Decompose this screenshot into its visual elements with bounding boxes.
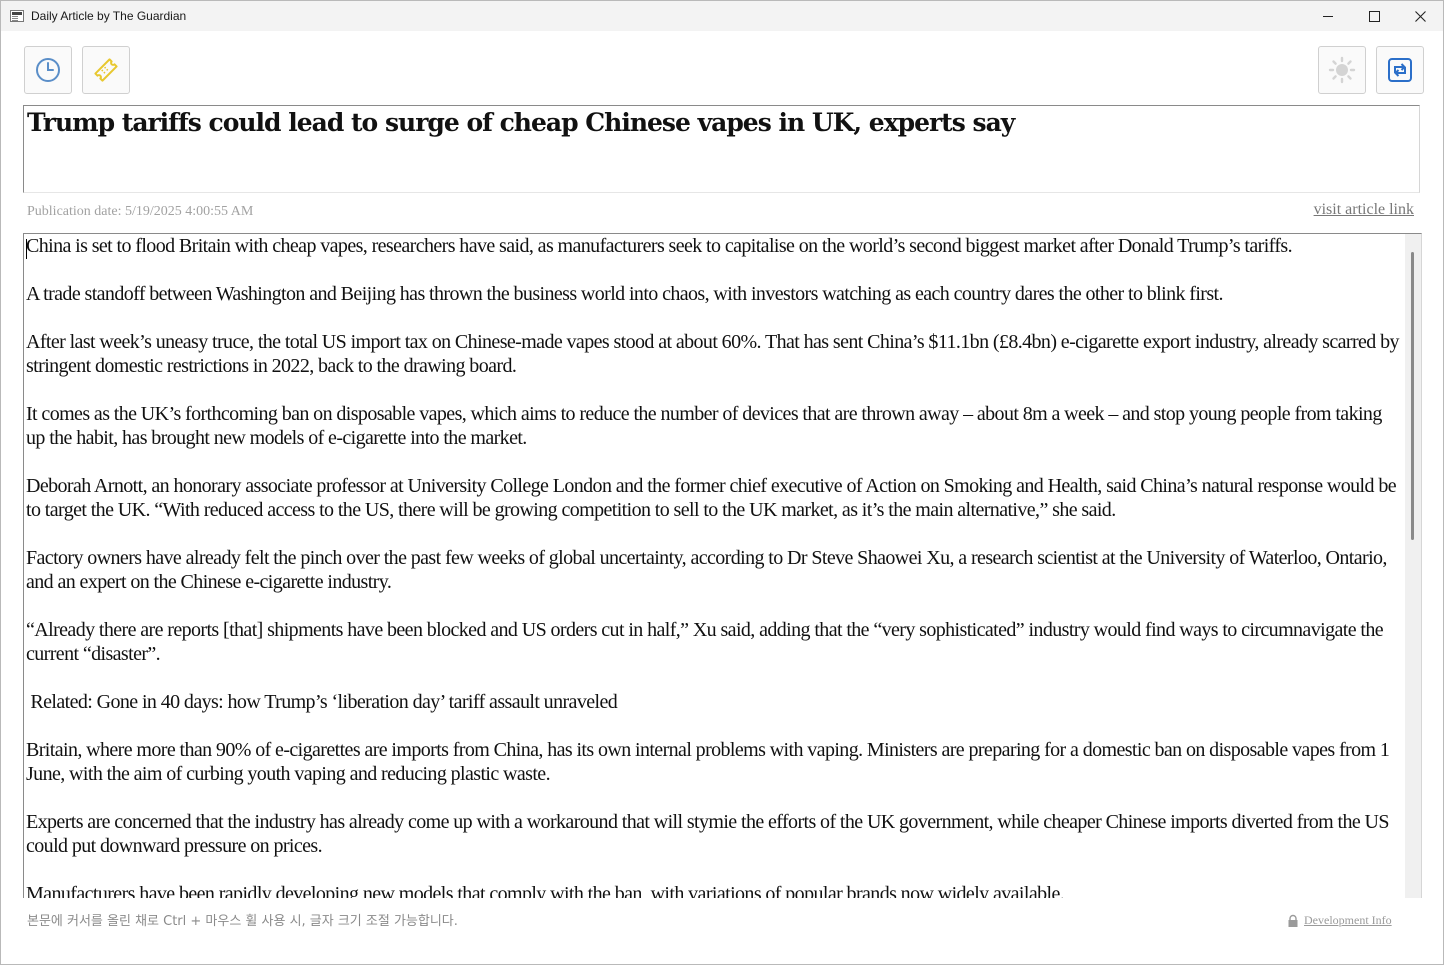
title-bar[interactable]: Daily Article by The Guardian [1, 1, 1443, 31]
visit-article-link[interactable]: visit article link [1314, 201, 1414, 219]
sun-icon [1328, 56, 1356, 84]
theme-toggle-button[interactable] [1318, 46, 1366, 94]
article-headline: Trump tariffs could lead to surge of che… [27, 108, 1015, 137]
refresh-button[interactable] [1376, 46, 1424, 94]
maximize-button[interactable] [1351, 1, 1397, 31]
close-icon [1414, 10, 1426, 22]
development-info-link[interactable]: Development Info [1286, 913, 1392, 928]
paragraph: Manufacturers have been rapidly developi… [26, 883, 1065, 898]
text-cursor [26, 239, 27, 259]
development-info-label[interactable]: Development Info [1304, 913, 1392, 928]
article-body[interactable]: China is set to flood Britain with cheap… [26, 234, 1404, 898]
refresh-icon [1388, 58, 1412, 82]
paragraph: After last week’s uneasy truce, the tota… [26, 331, 1400, 377]
close-button[interactable] [1397, 1, 1443, 31]
headline-panel: Trump tariffs could lead to surge of che… [23, 105, 1420, 193]
font-size-hint: 본문에 커서를 올린 채로 Ctrl + 마우스 휠 사용 시, 글자 크기 조… [27, 914, 458, 929]
random-article-button[interactable] [82, 46, 130, 94]
publication-date: Publication date: 5/19/2025 4:00:55 AM [27, 204, 254, 219]
article-body-panel[interactable]: China is set to flood Britain with cheap… [23, 233, 1422, 898]
app-window: Daily Article by The Guardian Trump tari… [0, 0, 1444, 965]
minimize-button[interactable] [1305, 1, 1351, 31]
history-button[interactable] [24, 46, 72, 94]
ticket-icon [94, 58, 118, 82]
app-icon [10, 10, 24, 22]
paragraph: A trade standoff between Washington and … [26, 283, 1224, 305]
window-title: Daily Article by The Guardian [31, 9, 187, 23]
related-link: Related: Gone in 40 days: how Trump’s ‘l… [26, 691, 618, 713]
paragraph: It comes as the UK’s forthcoming ban on … [26, 403, 1382, 449]
paragraph: Factory owners have already felt the pin… [26, 547, 1387, 593]
minimize-icon [1323, 15, 1333, 17]
maximize-icon [1368, 10, 1380, 22]
paragraph: China is set to flood Britain with cheap… [26, 235, 1293, 257]
scrollbar-thumb[interactable] [1411, 252, 1414, 540]
paragraph: Britain, where more than 90% of e-cigare… [26, 739, 1390, 785]
clock-icon [36, 58, 60, 82]
paragraph: Deborah Arnott, an honorary associate pr… [26, 475, 1397, 521]
lock-icon [1288, 914, 1298, 927]
paragraph: “Already there are reports [that] shipme… [26, 619, 1384, 665]
paragraph: Experts are concerned that the industry … [26, 811, 1390, 857]
vertical-scrollbar[interactable] [1405, 234, 1421, 898]
